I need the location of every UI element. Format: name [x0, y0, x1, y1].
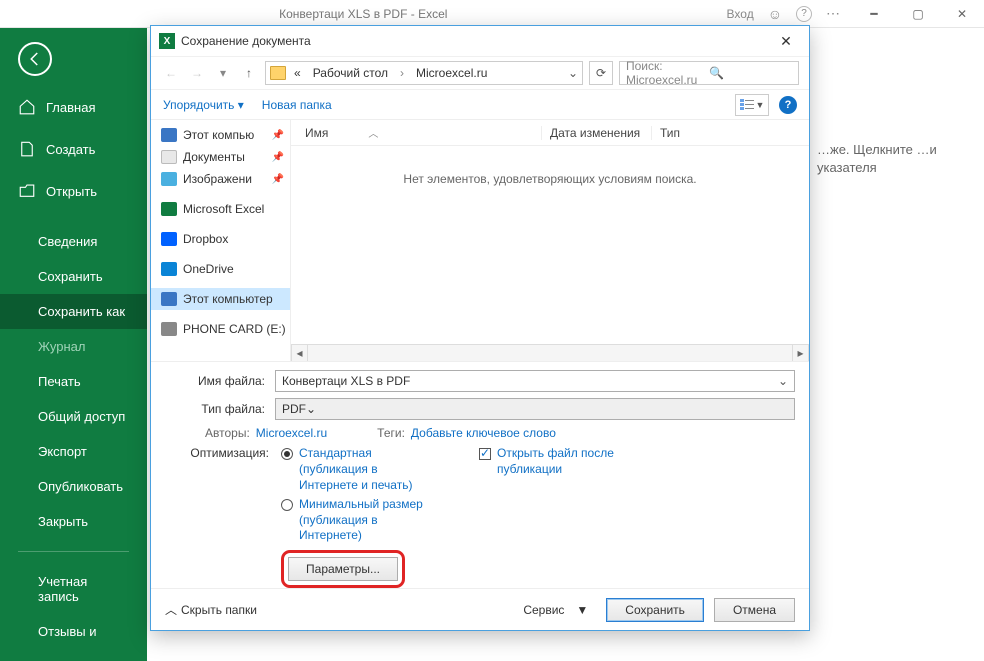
filename-input[interactable]: Конвертаци XLS в PDF ⌄	[275, 370, 795, 392]
checkbox-open-after-label[interactable]: Открыть файл после публикации	[497, 446, 657, 477]
smiley-icon[interactable]: ☺	[768, 6, 782, 22]
sidebar-label: Главная	[46, 100, 95, 115]
radio-minimum-label[interactable]: Минимальный размер (публикация в Интерне…	[299, 497, 439, 544]
sort-up-icon: ︿	[368, 125, 378, 140]
folder-tree: Этот компью📌 Документы📌 Изображени📌 Micr…	[151, 120, 291, 361]
tree-item-documents[interactable]: Документы📌	[151, 146, 290, 168]
radio-standard[interactable]	[281, 448, 293, 460]
save-as-dialog: X Сохранение документа ✕ ← → ▾ ↑ « Рабоч…	[150, 25, 810, 631]
parameters-button[interactable]: Параметры...	[288, 557, 398, 581]
breadcrumb-folder[interactable]: Microexcel.ru	[412, 66, 491, 80]
horizontal-scrollbar[interactable]: ◂ ▸	[291, 344, 809, 361]
empty-list-message: Нет элементов, удовлетворяющих условиям …	[291, 146, 809, 344]
chevron-right-icon[interactable]: ›	[396, 66, 408, 80]
cancel-button[interactable]: Отмена	[714, 598, 795, 622]
filetype-select[interactable]: PDF ⌄	[275, 398, 795, 420]
folder-icon	[270, 66, 286, 80]
backstage-sidebar: Главная Создать Открыть Сведения Сохрани…	[0, 28, 147, 661]
nav-recent-dropdown[interactable]: ▾	[213, 66, 233, 80]
tree-item-excel[interactable]: Microsoft Excel	[151, 198, 290, 220]
close-window-button[interactable]: ✕	[940, 0, 984, 28]
authors-value[interactable]: Microexcel.ru	[256, 426, 327, 440]
filename-dropdown-icon[interactable]: ⌄	[778, 374, 788, 388]
sidebar-item-saveas[interactable]: Сохранить как	[0, 294, 147, 329]
sidebar-item-close[interactable]: Закрыть	[0, 504, 147, 539]
search-placeholder: Поиск: Microexcel.ru	[626, 59, 709, 87]
service-dropdown[interactable]: Сервис▼	[523, 603, 588, 617]
save-button[interactable]: Сохранить	[606, 598, 704, 622]
tree-item-dropbox[interactable]: Dropbox	[151, 228, 290, 250]
dialog-help-button[interactable]: ?	[779, 96, 797, 114]
back-button[interactable]	[18, 42, 52, 76]
tree-item-onedrive[interactable]: OneDrive	[151, 258, 290, 280]
search-icon: 🔍	[709, 66, 792, 80]
options-icon[interactable]: ⋯	[826, 5, 840, 22]
sidebar-item-print[interactable]: Печать	[0, 364, 147, 399]
tree-item-phonecard[interactable]: PHONE CARD (E:)	[151, 318, 290, 340]
sidebar-item-create[interactable]: Создать	[0, 128, 147, 170]
filetype-label: Тип файла:	[165, 402, 275, 416]
tree-item-thispc[interactable]: Этот компьютер	[151, 288, 290, 310]
address-bar[interactable]: « Рабочий стол › Microexcel.ru ⌄	[265, 61, 583, 85]
scroll-left-icon[interactable]: ◂	[291, 345, 308, 362]
sidebar-item-journal[interactable]: Журнал	[0, 329, 147, 364]
address-dropdown[interactable]: ⌄	[568, 66, 578, 80]
breadcrumb-desktop[interactable]: Рабочий стол	[309, 66, 392, 80]
radio-minimum[interactable]	[281, 499, 293, 511]
radio-standard-label[interactable]: Стандартная (публикация в Интернете и пе…	[299, 446, 439, 493]
sidebar-item-publish[interactable]: Опубликовать	[0, 469, 147, 504]
pin-icon: 📌	[272, 174, 288, 185]
excel-titlebar: Конвертаци XLS в PDF - Excel Вход ☺ ? ⋯ …	[0, 0, 984, 28]
nav-up-button[interactable]: ↑	[239, 66, 259, 80]
nav-forward-button[interactable]: →	[187, 66, 207, 80]
sidebar-item-save[interactable]: Сохранить	[0, 259, 147, 294]
sidebar-item-account[interactable]: Учетная запись	[0, 564, 147, 614]
authors-label: Авторы:	[205, 426, 250, 440]
hint-text: …же. Щелкните …и указателя	[817, 141, 962, 177]
checkbox-open-after[interactable]	[479, 448, 491, 460]
search-input[interactable]: Поиск: Microexcel.ru 🔍	[619, 61, 799, 85]
minimize-button[interactable]: ━	[852, 0, 896, 28]
tags-value[interactable]: Добавьте ключевое слово	[411, 426, 556, 440]
maximize-button[interactable]: ▢	[896, 0, 940, 28]
dialog-title: Сохранение документа	[181, 34, 771, 48]
nav-back-button[interactable]: ←	[161, 66, 181, 80]
sidebar-item-share[interactable]: Общий доступ	[0, 399, 147, 434]
organize-button[interactable]: Упорядочить ▾	[163, 98, 244, 112]
column-headers[interactable]: Имя ︿ Дата изменения Тип	[291, 120, 809, 146]
breadcrumb-start: «	[290, 66, 305, 80]
hide-folders-button[interactable]: ︿ Скрыть папки	[165, 601, 257, 618]
sidebar-item-home[interactable]: Главная	[0, 86, 147, 128]
tags-label: Теги:	[377, 426, 405, 440]
sidebar-label: Создать	[46, 142, 95, 157]
sidebar-separator	[18, 551, 129, 552]
col-type[interactable]: Тип	[651, 126, 809, 140]
view-mode-button[interactable]: ▼	[735, 94, 769, 116]
sidebar-item-export[interactable]: Экспорт	[0, 434, 147, 469]
pin-icon: 📌	[272, 130, 288, 141]
params-highlight: Параметры...	[281, 550, 405, 588]
tree-item-thispc-pinned[interactable]: Этот компью📌	[151, 124, 290, 146]
excel-app-icon: X	[159, 33, 175, 49]
col-date[interactable]: Дата изменения	[541, 126, 651, 140]
tree-item-pictures[interactable]: Изображени📌	[151, 168, 290, 190]
sidebar-item-info[interactable]: Сведения	[0, 224, 147, 259]
refresh-button[interactable]: ⟳	[589, 61, 613, 85]
filetype-dropdown-icon[interactable]: ⌄	[306, 402, 316, 416]
excel-window-title: Конвертаци XLS в PDF - Excel	[0, 7, 727, 21]
filename-label: Имя файла:	[165, 374, 275, 388]
sidebar-item-feedback[interactable]: Отзывы и	[0, 614, 147, 649]
help-icon[interactable]: ?	[796, 6, 812, 22]
col-name[interactable]: Имя	[305, 126, 328, 140]
chevron-up-icon: ︿	[165, 601, 177, 618]
sidebar-item-open[interactable]: Открыть	[0, 170, 147, 212]
login-link[interactable]: Вход	[727, 7, 754, 21]
scroll-right-icon[interactable]: ▸	[792, 345, 809, 362]
dialog-close-button[interactable]: ✕	[771, 33, 801, 50]
pin-icon: 📌	[272, 152, 288, 163]
new-folder-button[interactable]: Новая папка	[262, 98, 332, 112]
optimization-label: Оптимизация:	[165, 446, 275, 460]
sidebar-label: Открыть	[46, 184, 97, 199]
